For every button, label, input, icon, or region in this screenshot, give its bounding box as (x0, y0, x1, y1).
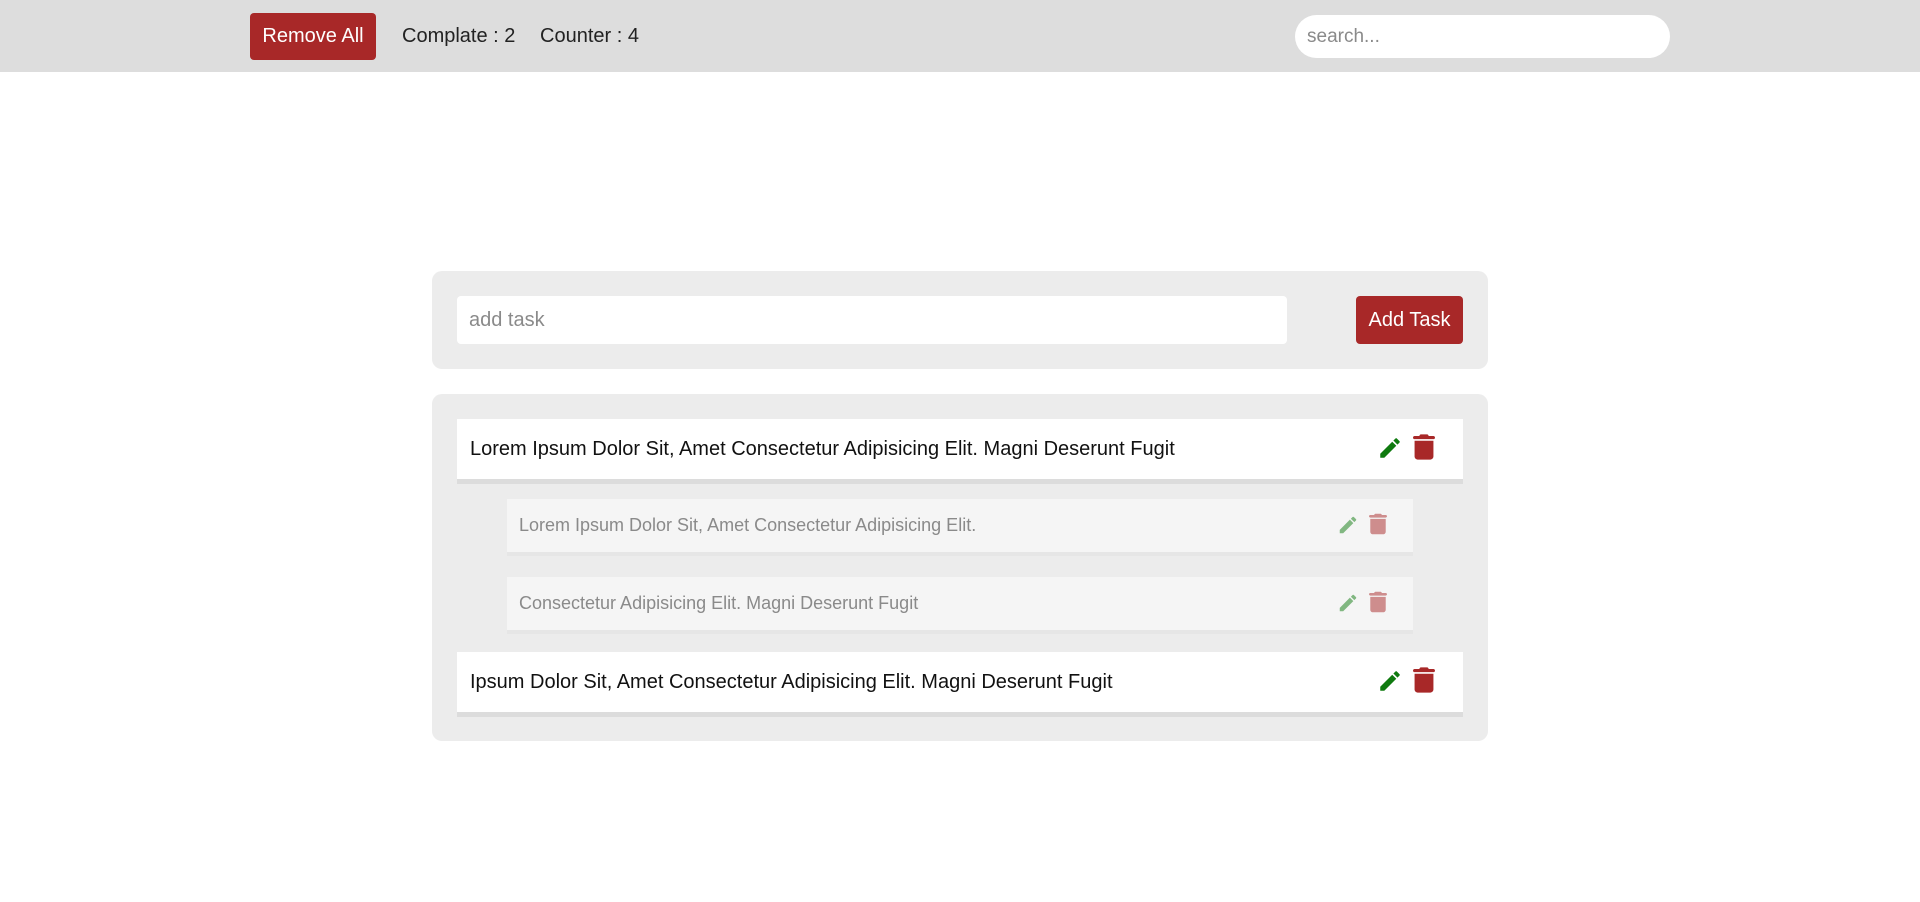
pencil-icon[interactable] (1335, 512, 1361, 538)
search-input[interactable] (1295, 15, 1670, 58)
pencil-icon[interactable] (1375, 433, 1405, 463)
task-counter: Counter : 4 (540, 25, 639, 47)
subtask-text: Lorem Ipsum Dolor Sit, Amet Consectetur … (519, 515, 977, 535)
trash-icon[interactable] (1367, 589, 1389, 615)
trash-icon[interactable] (1367, 511, 1389, 537)
subtask-text: Consectetur Adipisicing Elit. Magni Dese… (519, 593, 919, 613)
task-text: Lorem Ipsum Dolor Sit, Amet Consectetur … (470, 437, 1175, 460)
task-item: Ipsum Dolor Sit, Amet Consectetur Adipis… (457, 652, 1463, 717)
subtask-item: Consectetur Adipisicing Elit. Magni Dese… (507, 577, 1413, 634)
add-task-panel: Add Task (432, 271, 1488, 369)
task-text: Ipsum Dolor Sit, Amet Consectetur Adipis… (470, 670, 1113, 693)
pencil-icon[interactable] (1375, 666, 1405, 696)
task-item: Lorem Ipsum Dolor Sit, Amet Consectetur … (457, 419, 1463, 484)
complete-count: Complate : 2 (402, 25, 516, 47)
subtask-item: Lorem Ipsum Dolor Sit, Amet Consectetur … (507, 499, 1413, 556)
trash-icon[interactable] (1411, 665, 1437, 695)
task-list: Lorem Ipsum Dolor Sit, Amet Consectetur … (432, 394, 1488, 741)
pencil-icon[interactable] (1335, 590, 1361, 616)
top-bar: Remove All Complate : 2 Counter : 4 (0, 0, 1920, 72)
add-task-input[interactable] (457, 296, 1287, 344)
remove-all-button[interactable]: Remove All (250, 13, 376, 60)
trash-icon[interactable] (1411, 432, 1437, 462)
add-task-button[interactable]: Add Task (1356, 296, 1463, 344)
